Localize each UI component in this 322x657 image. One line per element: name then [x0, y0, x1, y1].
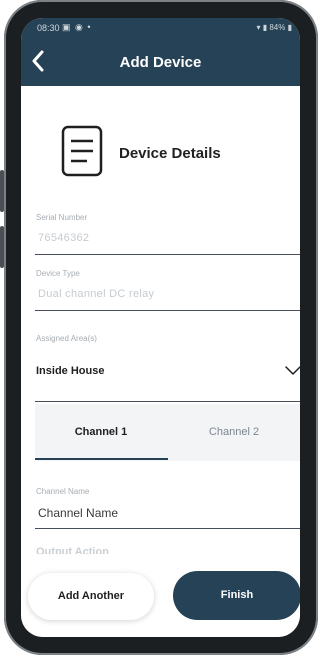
channel-name-underline — [35, 528, 300, 529]
chevron-down-icon[interactable] — [285, 366, 300, 376]
wifi-signal-icon: ▾ ▮ — [256, 23, 268, 32]
tab-channel-2[interactable]: Channel 2 — [168, 404, 300, 461]
status-time: 08:30 — [37, 23, 60, 33]
device-type-label: Device Type — [36, 269, 80, 278]
status-bar: 08:30 ▣ ◉ • ▾ ▮ 84% ▮ — [21, 18, 300, 38]
finish-button[interactable]: Finish — [173, 571, 300, 620]
channel-name-input[interactable]: Channel Name — [38, 506, 118, 520]
app-header: 08:30 ▣ ◉ • ▾ ▮ 84% ▮ Add Device — [21, 18, 300, 86]
channel-name-label: Channel Name — [36, 487, 90, 496]
assigned-area-underline — [35, 401, 300, 402]
section-title: Device Details — [119, 145, 221, 162]
status-right: ▾ ▮ 84% ▮ — [256, 23, 292, 32]
phone-frame: 08:30 ▣ ◉ • ▾ ▮ 84% ▮ Add Device Device — [4, 0, 318, 655]
tab-channel-1[interactable]: Channel 1 — [35, 404, 167, 461]
channel-tabs: Channel 1 Channel 2 — [35, 404, 300, 461]
device-type-underline — [35, 310, 300, 311]
assigned-area-label: Assigned Area(s) — [36, 334, 97, 343]
serial-number-underline — [35, 254, 300, 255]
battery-level: 84% — [269, 23, 286, 32]
page-title: Add Device — [119, 54, 202, 71]
active-tab-indicator — [35, 458, 168, 460]
add-another-button[interactable]: Add Another — [28, 573, 154, 620]
app-screen: 08:30 ▣ ◉ • ▾ ▮ 84% ▮ Add Device Device — [21, 18, 300, 637]
assigned-area-value: Inside House — [36, 365, 105, 377]
serial-number-label: Serial Number — [36, 213, 88, 222]
serial-number-value: 76546362 — [38, 232, 90, 244]
notification-icons: ▣ ◉ • — [62, 22, 92, 32]
battery-icon: ▮ — [287, 23, 292, 32]
device-type-value: Dual channel DC relay — [38, 288, 155, 300]
document-icon — [61, 125, 103, 177]
